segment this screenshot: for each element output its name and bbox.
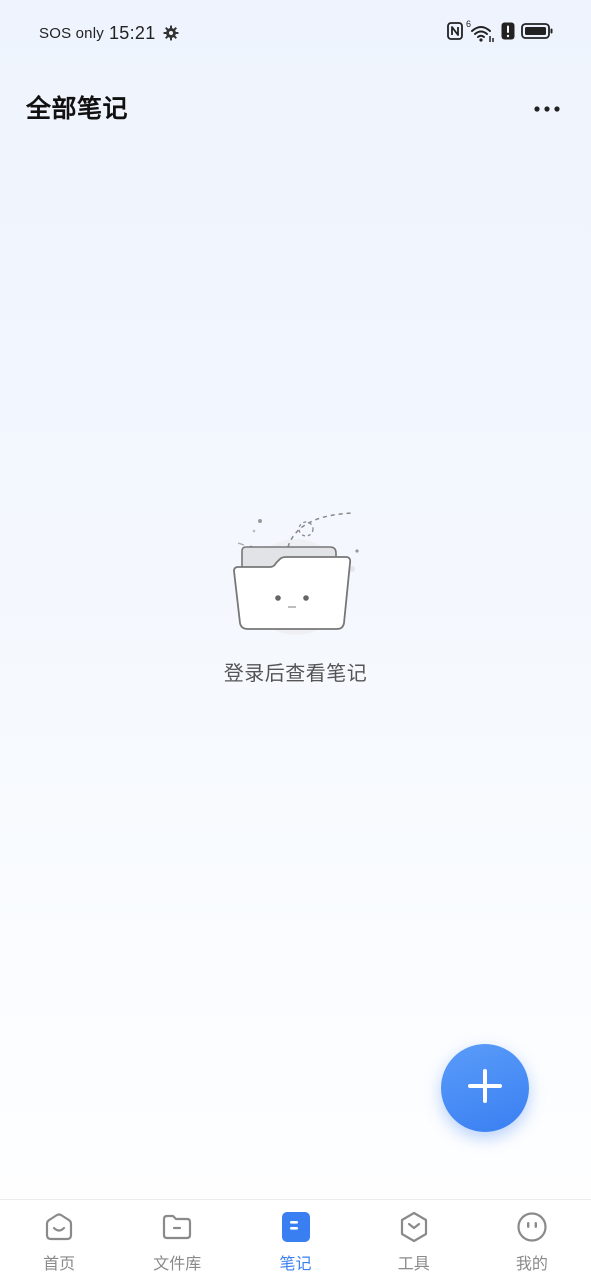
empty-message: 登录后查看笔记 (223, 661, 368, 685)
nav-item-library[interactable]: 文件库 (118, 1200, 236, 1281)
nav-label: 我的 (515, 1254, 548, 1273)
page-title: 全部笔记 (26, 94, 129, 123)
empty-folder-icon (226, 505, 366, 645)
nfc-icon (447, 22, 463, 44)
status-bar: SOS only 15:21 6 (0, 0, 591, 66)
nav-label: 首页 (43, 1254, 76, 1273)
profile-icon (515, 1210, 549, 1244)
nav-label: 工具 (397, 1254, 430, 1273)
nav-item-home[interactable]: 首页 (0, 1200, 118, 1281)
alert-icon (501, 22, 515, 44)
battery-icon (521, 22, 553, 44)
tools-icon (397, 1210, 431, 1244)
clock: 15:21 (108, 22, 156, 43)
status-left: SOS only 15:21 (39, 21, 179, 45)
note-icon (279, 1210, 313, 1244)
wifi-icon: 6 (466, 19, 495, 43)
network-badge: 6 (466, 19, 472, 29)
gear-icon (163, 25, 179, 41)
more-dots-icon (533, 98, 561, 117)
nav-label: 文件库 (153, 1254, 202, 1273)
bottom-nav: 首页 文件库 笔记 工具 我的 (0, 1199, 591, 1281)
nav-item-notes[interactable]: 笔记 (236, 1200, 354, 1281)
plus-icon (465, 1066, 505, 1110)
folder-icon (160, 1210, 194, 1244)
nav-item-tools[interactable]: 工具 (355, 1200, 473, 1281)
status-right: 6 (447, 19, 553, 45)
nav-item-profile[interactable]: 我的 (473, 1200, 591, 1281)
nav-label: 笔记 (279, 1254, 312, 1273)
empty-state: 登录后查看笔记 (0, 505, 591, 686)
add-note-button[interactable] (441, 1044, 529, 1132)
home-icon (42, 1210, 76, 1244)
more-button[interactable] (531, 94, 563, 120)
carrier-text: SOS only (39, 24, 104, 42)
